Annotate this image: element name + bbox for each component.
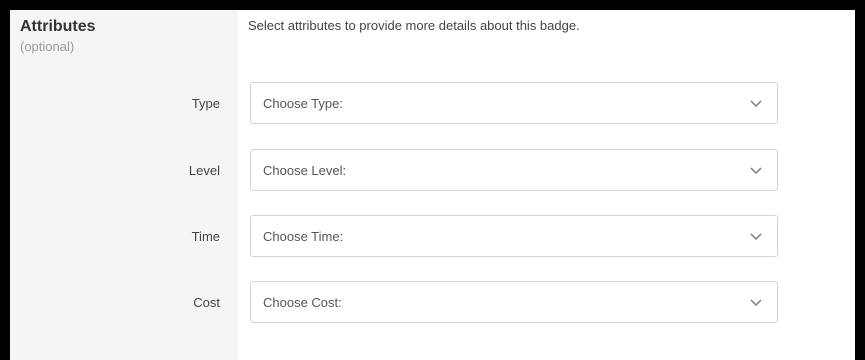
chevron-down-icon <box>750 233 762 241</box>
type-select[interactable]: Choose Type: <box>250 82 778 124</box>
level-select-value: Choose Level: <box>263 163 347 178</box>
level-label: Level <box>188 163 220 178</box>
cost-label: Cost <box>193 295 220 310</box>
section-subtitle: (optional) <box>20 39 75 54</box>
chevron-down-icon <box>750 299 762 307</box>
chevron-down-icon <box>750 100 762 108</box>
type-label: Type <box>191 96 220 111</box>
time-select[interactable]: Choose Time: <box>250 215 778 257</box>
level-select[interactable]: Choose Level: <box>250 149 778 191</box>
time-label: Time <box>191 229 220 244</box>
section-title: Attributes <box>20 18 96 35</box>
type-select-value: Choose Type: <box>263 96 343 111</box>
cost-select[interactable]: Choose Cost: <box>250 281 778 323</box>
time-select-value: Choose Time: <box>263 229 344 244</box>
attributes-panel: Attributes (optional) Select attributes … <box>10 10 855 360</box>
cost-select-value: Choose Cost: <box>263 295 342 310</box>
chevron-down-icon <box>750 167 762 175</box>
section-instructions: Select attributes to provide more detail… <box>248 18 580 33</box>
